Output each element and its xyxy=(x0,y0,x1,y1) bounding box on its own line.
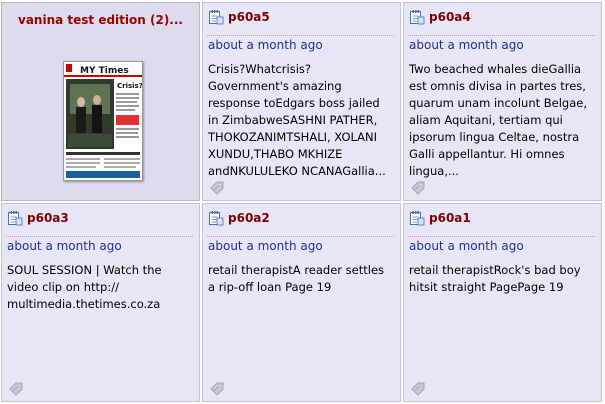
page-tile[interactable]: p60a3 about a month ago SOUL SESSION | Wat… xyxy=(1,203,200,402)
page-tile[interactable]: p60a5 about a month ago Crisis?Whatcrisis?… xyxy=(202,2,401,201)
edition-cover-thumbnail[interactable]: MY Times Crisis? What crisis? xyxy=(63,61,143,181)
page-tile[interactable]: p60a1 about a month ago retail therapistRo… xyxy=(403,203,602,402)
title-separator xyxy=(408,236,595,237)
tag-icon[interactable] xyxy=(209,179,227,195)
edition-tile[interactable]: vanina test edition (2)... MY Times Cris… xyxy=(1,2,200,201)
masthead-text: MY Times xyxy=(80,66,129,76)
page-tile[interactable]: p60a2 about a month ago retail therapistA … xyxy=(202,203,401,402)
page-title-row: p60a3 xyxy=(7,210,193,228)
title-separator xyxy=(207,236,394,237)
tag-icon[interactable] xyxy=(410,179,428,195)
page-date: about a month ago xyxy=(7,239,122,253)
page-title-row: p60a4 xyxy=(409,9,595,27)
page-title[interactable]: p60a3 xyxy=(27,210,69,226)
page-title-row: p60a5 xyxy=(208,9,394,27)
page-title[interactable]: p60a5 xyxy=(228,9,270,25)
edition-title[interactable]: vanina test edition (2)... xyxy=(2,13,199,27)
page-document-icon xyxy=(7,210,23,226)
page-excerpt: Crisis?Whatcrisis?Government's amazing r… xyxy=(208,62,386,178)
title-separator xyxy=(408,35,595,36)
page-excerpt: retail therapistA reader settles a rip-o… xyxy=(208,263,385,294)
page-title-row: p60a2 xyxy=(208,210,394,228)
page-date: about a month ago xyxy=(208,38,323,52)
page-document-icon xyxy=(208,210,224,226)
newspaper-cover-image: MY Times Crisis? What crisis? xyxy=(64,62,142,180)
page-document-icon xyxy=(208,9,224,25)
page-date: about a month ago xyxy=(208,239,323,253)
tag-icon[interactable] xyxy=(209,380,227,396)
title-separator xyxy=(207,35,394,36)
page-excerpt: SOUL SESSION | Watch the video clip on h… xyxy=(7,263,162,311)
page-document-icon xyxy=(409,210,425,226)
page-tile[interactable]: p60a4 about a month ago Two beached whales… xyxy=(403,2,602,201)
page-title-row: p60a1 xyxy=(409,210,595,228)
page-title[interactable]: p60a1 xyxy=(429,210,471,226)
page-excerpt: retail therapistRock's bad boy hitsit st… xyxy=(409,263,581,294)
tag-icon[interactable] xyxy=(8,380,26,396)
title-separator xyxy=(6,236,193,237)
page-document-icon xyxy=(409,9,425,25)
page-date: about a month ago xyxy=(409,38,524,52)
page-title[interactable]: p60a2 xyxy=(228,210,270,226)
tag-icon[interactable] xyxy=(410,380,428,396)
cover-headline: Crisis? What crisis? xyxy=(117,82,142,90)
page-excerpt: Two beached whales dieGallia est omnis d… xyxy=(409,62,588,178)
page-title[interactable]: p60a4 xyxy=(429,9,471,25)
page-date: about a month ago xyxy=(409,239,524,253)
